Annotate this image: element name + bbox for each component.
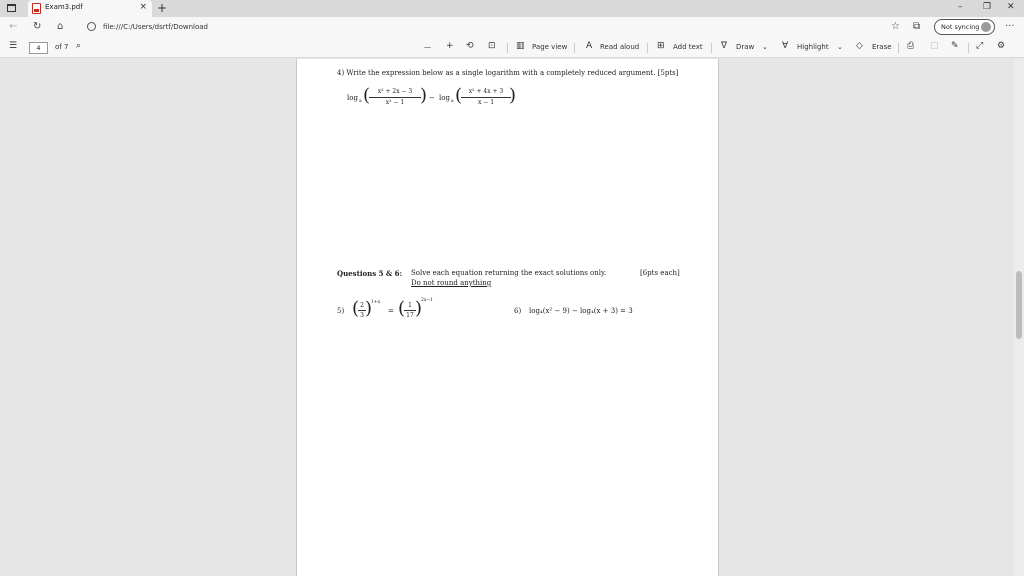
url-field[interactable]: file:///C:/Users/dsrtf/Download [103,23,208,31]
scrollbar-thumb[interactable] [1016,271,1022,339]
add-text-icon: ⊞ [657,41,665,51]
q4-denominator-1: x² − 1 [385,99,405,106]
q5-exponent-1: 1+x [371,300,381,305]
save-as-icon[interactable]: ✎ [951,41,959,51]
tab-close-icon[interactable]: × [139,2,147,12]
q4-numerator-2: x² + 4x + 3 [468,88,504,95]
q56-heading: Questions 5 & 6: [337,269,403,278]
pdf-toolbar: ☰ 4 of 7 ⌕ — + ⟲ ⊡ ▥ Page view A Read al… [0,38,1024,58]
title-bar: Exam3.pdf × + – ❐ ✕ [0,0,1024,17]
q5-exponent-2: 2x−1 [421,298,434,303]
page-total: of 7 [55,43,69,51]
draw-dropdown-icon[interactable]: ⌄ [762,43,768,51]
draw-icon: ∇ [721,41,728,51]
window-menu-icon[interactable] [7,4,16,12]
page-number-input[interactable]: 4 [29,42,48,54]
favorite-icon[interactable]: ☆ [891,21,900,32]
site-info-icon[interactable] [87,22,96,31]
question-4-text: 4) Write the expression below as a singl… [337,69,679,77]
search-icon[interactable]: ⌕ [76,41,81,51]
question-6-label: 6) [514,307,522,315]
q56-note: Do not round anything [411,279,492,287]
avatar-icon [981,22,991,32]
q4-denominator-2: x − 1 [477,99,495,106]
home-icon[interactable]: ⌂ [57,21,63,32]
read-aloud-icon: A [586,41,593,51]
q4-base-1: a [359,99,362,104]
refresh-icon[interactable]: ↻ [33,21,41,32]
minimize-button[interactable]: – [958,2,963,12]
pdf-page: 4) Write the expression below as a singl… [296,59,719,576]
rotate-icon[interactable]: ⟲ [466,41,474,51]
draw-button[interactable]: Draw [736,43,754,51]
tab-title: Exam3.pdf [45,3,83,11]
q4-paren-close-1: ) [420,85,428,106]
q4-minus: − [429,94,435,102]
zoom-in-button[interactable]: + [446,41,454,51]
highlight-dropdown-icon[interactable]: ⌄ [837,43,843,51]
highlight-button[interactable]: Highlight [797,43,829,51]
highlight-icon: ∀ [782,41,789,51]
profile-button[interactable]: Not syncing [934,19,995,35]
back-icon[interactable]: ← [9,21,17,32]
eraser-icon: ◇ [856,41,863,51]
q4-base-2: a [451,99,454,104]
zoom-out-button[interactable]: — [424,43,431,51]
page-view-button[interactable]: Page view [532,43,567,51]
q4-log-1: log [347,94,358,102]
page-view-icon: ▥ [516,41,525,51]
pdf-viewer[interactable]: 4) Write the expression below as a singl… [0,59,1024,576]
q56-points: [6pts each] [640,269,680,277]
vertical-scrollbar[interactable] [1014,59,1024,576]
pdf-file-icon [32,3,41,14]
tab-exam3[interactable]: Exam3.pdf × [28,0,152,17]
collections-icon[interactable]: ⧉ [913,21,920,32]
fullscreen-icon[interactable]: ⤢ [976,41,983,51]
q4-log-2: log [439,94,450,102]
question-5-label: 5) [337,307,345,315]
settings-gear-icon[interactable]: ⚙ [997,41,1005,51]
restore-button[interactable]: ❐ [983,2,991,12]
close-window-button[interactable]: ✕ [1007,2,1015,12]
q5-equals: = [388,307,394,315]
question-6-expression: log₄(x² − 9) − log₄(x + 3) = 3 [529,307,633,315]
read-aloud-button[interactable]: Read aloud [600,43,639,51]
address-bar-row: ← ↻ ⌂ file:///C:/Users/dsrtf/Download ☆ … [0,17,1024,38]
more-menu-icon[interactable]: ··· [1005,21,1015,32]
q56-instruction: Solve each equation returning the exact … [411,269,607,277]
q4-numerator-1: x² + 2x − 3 [377,88,413,95]
print-icon[interactable]: ⎙ [907,41,914,51]
new-tab-button[interactable]: + [157,1,167,15]
table-of-contents-icon[interactable]: ☰ [9,41,17,51]
save-icon[interactable]: ▢ [930,41,939,51]
erase-button[interactable]: Erase [872,43,892,51]
add-text-button[interactable]: Add text [673,43,703,51]
q4-paren-close-2: ) [509,85,517,106]
profile-status: Not syncing [941,23,980,31]
fit-page-icon[interactable]: ⊡ [488,41,496,51]
